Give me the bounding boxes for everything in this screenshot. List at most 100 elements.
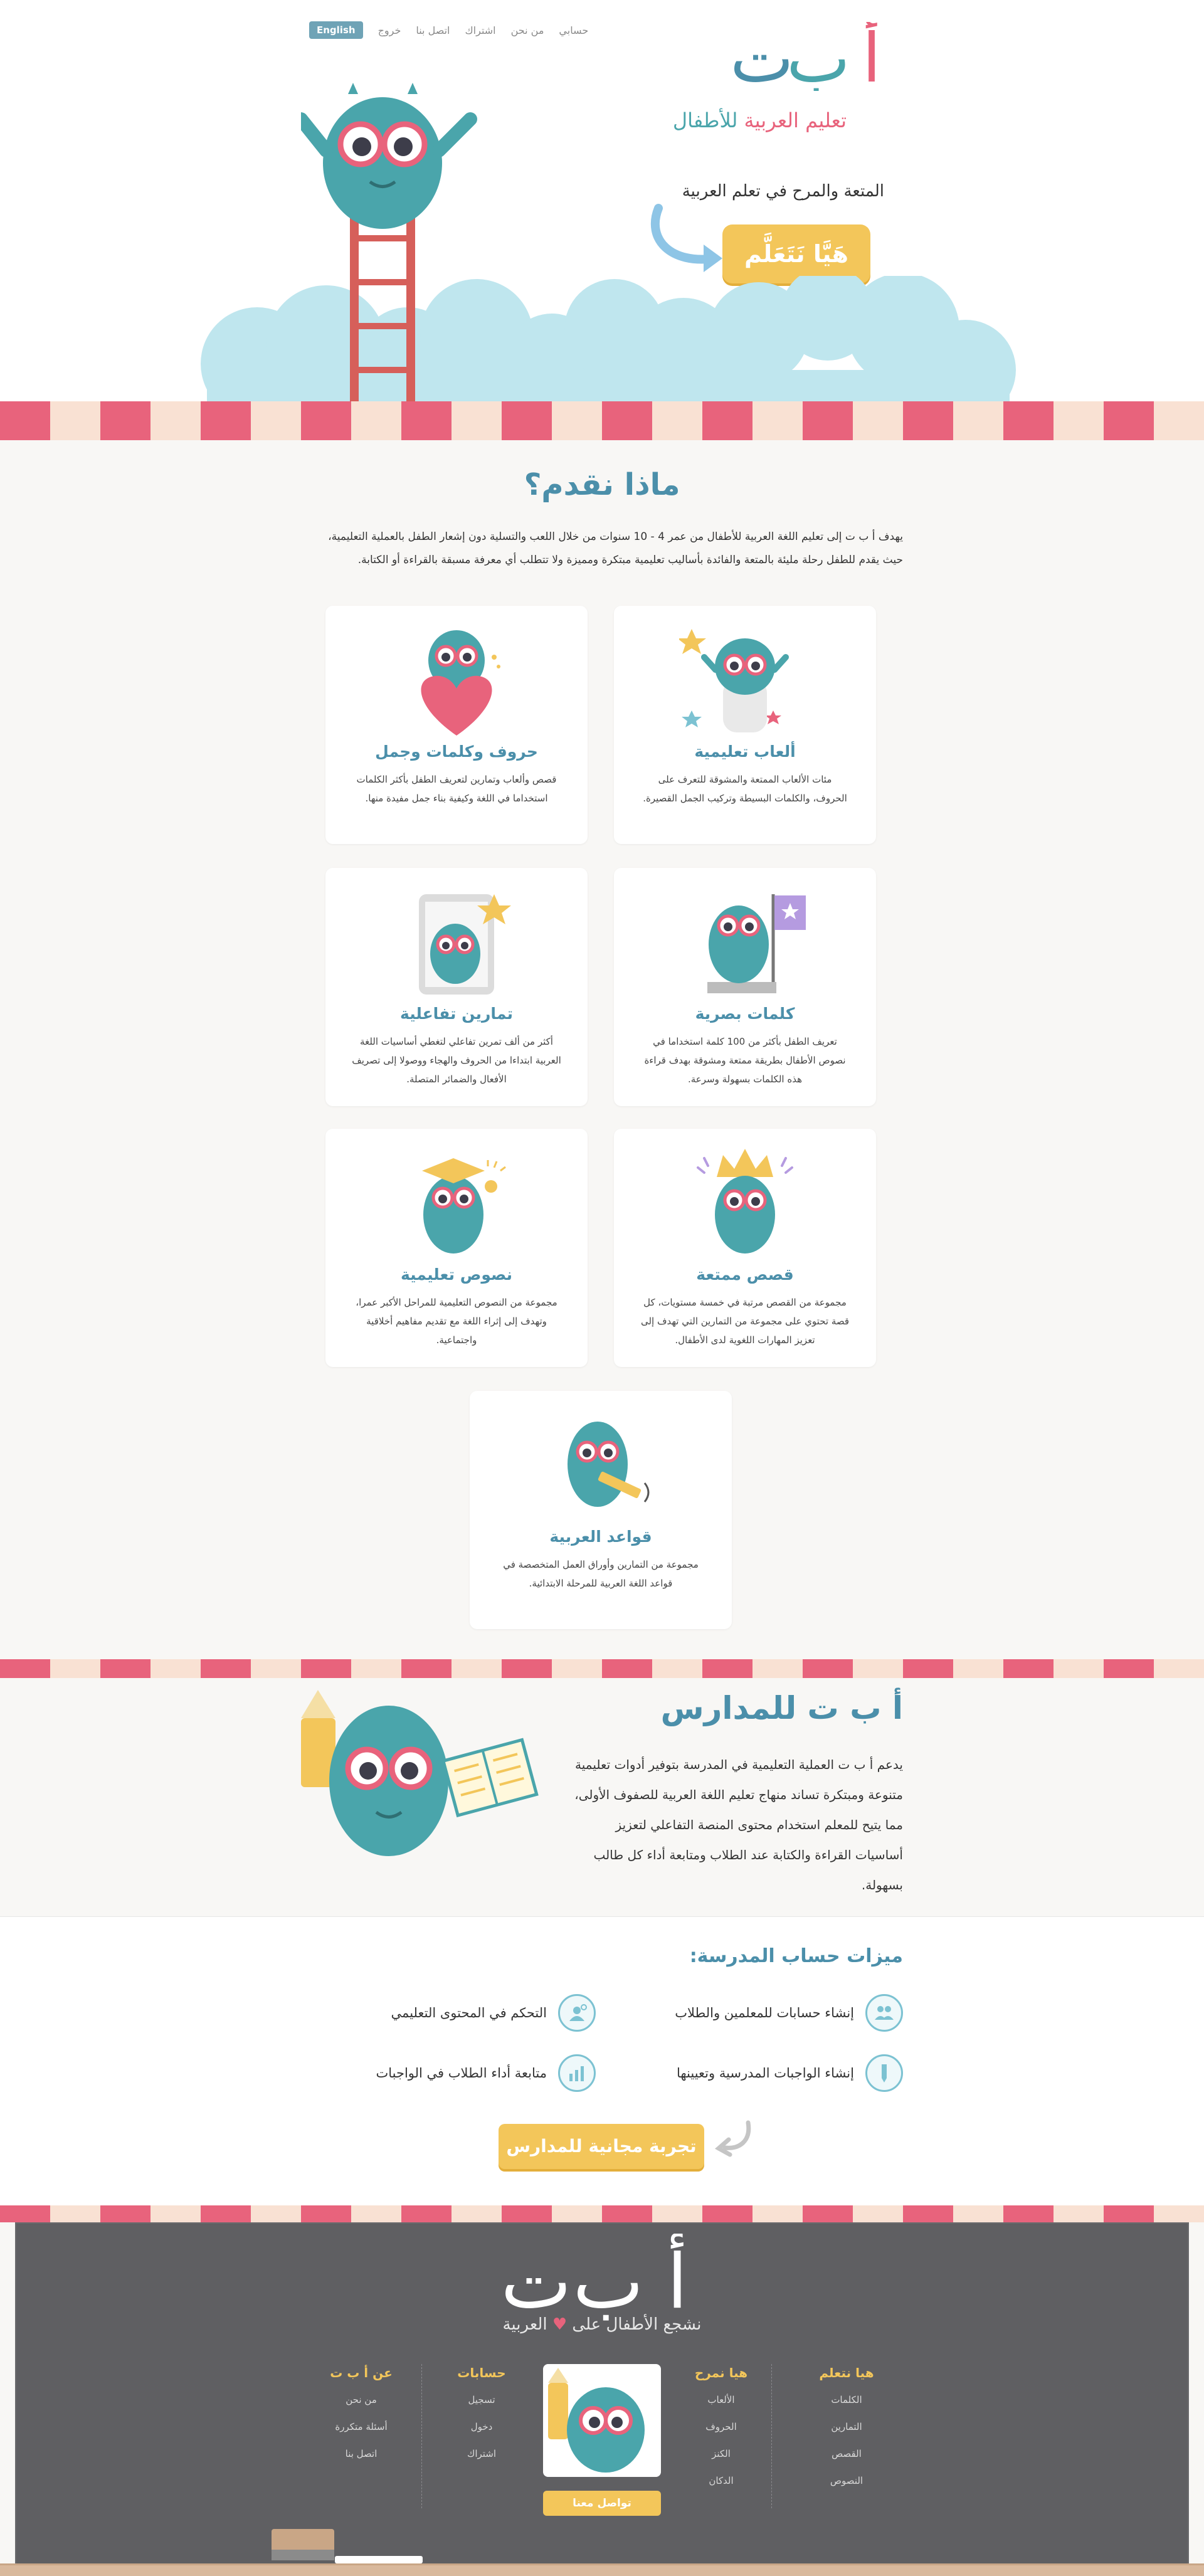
footer-link[interactable]: الدكان: [671, 2475, 771, 2486]
monster-graduate-icon: [422, 1158, 506, 1254]
monster-with-pencil-illustration: [548, 2368, 645, 2473]
school-feature-item: متابعة أداء الطلاب في الواجبات: [345, 2054, 596, 2092]
monster-crown-icon: [697, 1149, 793, 1254]
users-icon: [865, 1994, 903, 2032]
feature-card-sight-words[interactable]: كلمات بصرية تعريف الطفل بأكثر من 100 كلم…: [614, 868, 876, 1106]
footer-link[interactable]: اتصل بنا: [311, 2448, 411, 2459]
feature-text: إنشاء الواجبات المدرسية وتعيينها: [676, 2066, 854, 2081]
feature-card-games[interactable]: ألعاب تعليمية مئات الألعاب الممتعة والمش…: [614, 606, 876, 844]
card-title: قصص ممتعة: [696, 1265, 794, 1284]
footer-link[interactable]: الكلمات: [796, 2394, 897, 2405]
logo-letter-ba: ب: [786, 22, 850, 91]
english-language-button[interactable]: English: [309, 21, 363, 39]
footer-link[interactable]: الحروف: [671, 2421, 771, 2432]
card-description: مئات الألعاب الممتعة والمشوقة للتعرف على…: [643, 774, 847, 804]
feature-card-interactive-exercises[interactable]: تمارين تفاعلية أكثر من ألف تمرين تفاعلي …: [325, 868, 588, 1106]
striped-band-2: [0, 1659, 1204, 1678]
brand-tagline: تعليم العربية للأطفال: [627, 108, 847, 132]
footer-link[interactable]: دخول: [431, 2421, 532, 2432]
striped-band-3: [0, 2205, 1204, 2222]
offer-section-title: ماذا نقدم؟: [524, 467, 680, 502]
footer-tagline: نشجع الأطفال على ♥ العربية: [439, 2315, 765, 2334]
footer-column-play: هيا نمرح الألعاب الحروف الكنز الدكان: [671, 2365, 771, 2502]
card-description: مجموعة من النصوص التعليمية للمراحل الأكب…: [356, 1297, 557, 1346]
footer-column-title: هيا نتعلم: [819, 2365, 874, 2380]
monster-on-ladder-illustration: [301, 83, 477, 401]
top-navigation: English خروج اتصل بنا اشتراك من نحن حساب…: [309, 21, 588, 39]
chart-icon: [558, 2054, 596, 2092]
nav-logout-link[interactable]: خروج: [378, 24, 401, 36]
contact-us-button[interactable]: تواصل معنا: [543, 2491, 661, 2516]
pencil-icon: [865, 2054, 903, 2092]
footer-column-about: عن أ ب ت من نحن أسئلة متكررة اتصل بنا: [311, 2365, 411, 2475]
footer-logo[interactable]: أ ب ت: [477, 2234, 727, 2321]
nav-subscribe-link[interactable]: اشتراك: [465, 24, 495, 36]
footer-tagline-pre: نشجع الأطفال على: [572, 2315, 702, 2334]
free-trial-schools-button[interactable]: تجربة مجانية للمدارس: [499, 2124, 704, 2169]
card-description: تعريف الطفل بأكثر من 100 كلمة استخداما ف…: [644, 1036, 846, 1085]
footer-link[interactable]: تسجيل: [431, 2394, 532, 2405]
footer-separator: [421, 2364, 422, 2508]
feature-text: متابعة أداء الطلاب في الواجبات: [376, 2066, 547, 2081]
chalk-stick-decoration: [335, 2556, 423, 2563]
heart-icon: ♥: [552, 2315, 568, 2334]
footer-separator: [771, 2364, 772, 2508]
feature-text: التحكم في المحتوى التعليمي: [391, 2005, 547, 2020]
footer-column-title: هيا نمرح: [694, 2365, 748, 2380]
card-title: قواعد العربية: [549, 1528, 652, 1546]
footer-logo-letter-ta: ت: [501, 2239, 572, 2321]
card-title: ألعاب تعليمية: [694, 742, 796, 761]
footer-link[interactable]: أسئلة متكررة: [311, 2421, 411, 2432]
nav-about-link[interactable]: من نحن: [511, 24, 544, 36]
striped-band-1: [0, 401, 1204, 440]
monster-flag-icon: [707, 894, 806, 993]
school-feature-item: التحكم في المحتوى التعليمي: [345, 1994, 596, 2032]
card-title: نصوص تعليمية: [400, 1265, 513, 1284]
footer-link[interactable]: من نحن: [311, 2394, 411, 2405]
curved-arrow-icon: [651, 204, 722, 272]
card-description: قصص وألعاب وتمارين لتعريف الطفل بأكثر ال…: [356, 774, 557, 804]
hero-subtitle: المتعة والمرح في تعلم العربية: [682, 182, 884, 201]
school-feature-item: إنشاء الواجبات المدرسية وتعيينها: [652, 2054, 903, 2092]
footer-link[interactable]: القصص: [796, 2448, 897, 2459]
tagline-part-2: للأطفال: [672, 108, 738, 132]
schools-description: يدعم أ ب ت العملية التعليمية في المدرسة …: [574, 1757, 903, 1892]
footer-column-learn: هيا نتعلم الكلمات التمارين القصص النصوص: [796, 2365, 897, 2502]
footer-link[interactable]: اشتراك: [431, 2448, 532, 2459]
monster-with-book-illustration: [301, 1690, 539, 1856]
content-control-icon: [558, 1994, 596, 2032]
card-title: كلمات بصرية: [695, 1005, 795, 1023]
curved-arrow-icon: [714, 2120, 751, 2157]
footer-logo-letter-alef: أ: [667, 2234, 687, 2321]
feature-card-letters-words[interactable]: حروف وكلمات وجمل قصص وألعاب وتمارين لتعر…: [325, 606, 588, 844]
schools-title: أ ب ت للمدارس: [660, 1690, 903, 1726]
feature-text: إنشاء حسابات للمعلمين والطلاب: [675, 2005, 854, 2020]
footer-link[interactable]: الكنز: [671, 2448, 771, 2459]
monster-heart-icon: [421, 630, 500, 736]
footer-column-accounts: حسابات تسجيل دخول اشتراك: [431, 2365, 532, 2475]
card-description: مجموعة من التمارين وأوراق العمل المتخصصة…: [503, 1559, 699, 1589]
footer-link[interactable]: التمارين: [796, 2421, 897, 2432]
hero-section: English خروج اتصل بنا اشتراك من نحن حساب…: [0, 0, 1204, 401]
footer-link[interactable]: النصوص: [796, 2475, 897, 2486]
feature-card-educational-texts[interactable]: نصوص تعليمية مجموعة من النصوص التعليمية …: [325, 1129, 588, 1367]
footer-mascot-card: [543, 2364, 661, 2477]
school-features-title: ميزات حساب المدرسة:: [689, 1945, 903, 1967]
card-description: مجموعة من القصص مرتبة في خمسة مستويات، ك…: [640, 1297, 850, 1346]
site-logo[interactable]: أ ب ت: [727, 22, 890, 91]
footer-link[interactable]: الألعاب: [671, 2394, 771, 2405]
lets-learn-button[interactable]: هَيَّا نَتَعَلَّم: [722, 224, 870, 283]
chalkboard-eraser-decoration: [272, 2529, 334, 2560]
footer-tagline-post: العربية: [502, 2315, 547, 2334]
logo-letter-ta: ت: [730, 22, 794, 91]
feature-card-stories[interactable]: قصص ممتعة مجموعة من القصص مرتبة في خمسة …: [614, 1129, 876, 1367]
logo-letter-alef: أ: [862, 22, 881, 91]
card-description: أكثر من ألف تمرين تفاعلي لتغطي أساسيات ا…: [352, 1036, 561, 1085]
nav-contact-link[interactable]: اتصل بنا: [416, 24, 450, 36]
school-feature-item: إنشاء حسابات للمعلمين والطلاب: [652, 1994, 903, 2032]
nav-account-link[interactable]: حسابي: [559, 24, 588, 36]
monster-tablet-icon: [419, 894, 511, 995]
tagline-part-1: تعليم العربية: [744, 108, 847, 132]
footer-column-title: عن أ ب ت: [330, 2365, 393, 2380]
feature-card-grammar[interactable]: قواعد العربية مجموعة من التمارين وأوراق …: [470, 1391, 732, 1629]
